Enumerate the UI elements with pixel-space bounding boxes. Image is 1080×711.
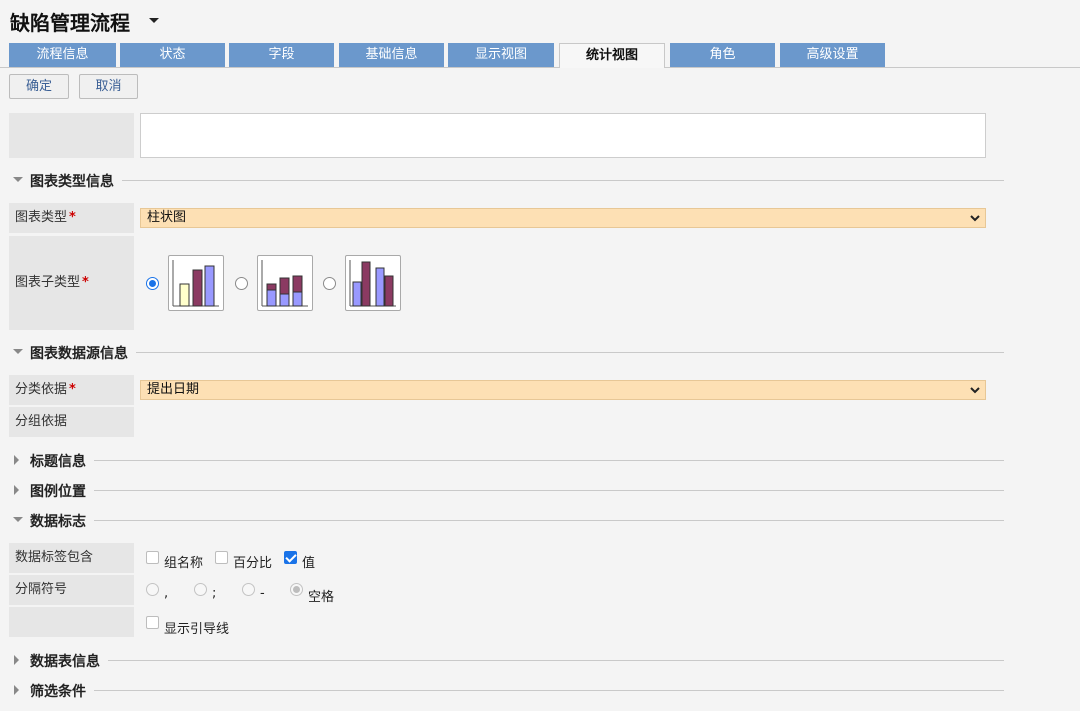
show-leader-lines-label: 显示引导线 bbox=[164, 622, 230, 637]
required-mark: * bbox=[82, 275, 89, 290]
category-basis-select-value: 提出日期 bbox=[147, 382, 200, 397]
separator-dash-label: - bbox=[260, 586, 265, 601]
section-title: 标题信息 bbox=[30, 451, 94, 471]
chevron-down-icon bbox=[970, 387, 980, 394]
section-title: 图表数据源信息 bbox=[30, 343, 136, 363]
category-basis-label-text: 分类依据 bbox=[15, 382, 68, 397]
subtype-clustered-radio[interactable] bbox=[146, 277, 159, 290]
expand-triangle-right-icon[interactable] bbox=[14, 685, 19, 695]
tab-statistics-view[interactable]: 统计视图 bbox=[559, 43, 665, 68]
value-checkbox[interactable] bbox=[284, 551, 297, 564]
required-mark: * bbox=[69, 382, 76, 397]
tab-advanced-settings[interactable]: 高级设置 bbox=[780, 43, 885, 67]
expand-triangle-right-icon[interactable] bbox=[14, 455, 19, 465]
separator-dash-radio[interactable] bbox=[242, 583, 255, 596]
section-divider bbox=[30, 490, 1004, 491]
stacked-bar-chart-icon[interactable] bbox=[257, 255, 313, 311]
description-textarea[interactable] bbox=[140, 113, 986, 158]
section-title: 图例位置 bbox=[30, 481, 94, 501]
3d-bar-chart-icon[interactable] bbox=[345, 255, 401, 311]
chart-type-select[interactable]: 柱状图 bbox=[140, 208, 986, 228]
section-filter-conditions[interactable]: 筛选条件 bbox=[10, 681, 1004, 701]
chart-type-select-value: 柱状图 bbox=[147, 210, 187, 225]
tab-roles[interactable]: 角色 bbox=[670, 43, 775, 67]
tab-basic-info[interactable]: 基础信息 bbox=[339, 43, 444, 67]
category-basis-select[interactable]: 提出日期 bbox=[140, 380, 986, 400]
show-leader-lines-checkbox[interactable] bbox=[146, 616, 159, 629]
section-chart-type-info[interactable]: 图表类型信息 bbox=[10, 171, 1004, 191]
separator-comma-label: , bbox=[164, 586, 169, 601]
section-title: 图表类型信息 bbox=[30, 171, 122, 191]
percentage-checkbox-label: 百分比 bbox=[233, 556, 273, 571]
subtype-100pct-radio[interactable] bbox=[323, 277, 336, 290]
separator-space-label: 空格 bbox=[308, 590, 335, 605]
header: 缺陷管理流程 bbox=[0, 0, 1080, 40]
section-chart-datasource-info[interactable]: 图表数据源信息 bbox=[10, 343, 1004, 363]
chevron-down-icon bbox=[970, 215, 980, 222]
data-label-includes-label: 数据标签包含 bbox=[9, 543, 134, 573]
section-title: 筛选条件 bbox=[30, 681, 94, 701]
section-divider bbox=[30, 352, 1004, 353]
collapse-triangle-down-icon[interactable] bbox=[13, 177, 23, 182]
tab-fields[interactable]: 字段 bbox=[229, 43, 334, 67]
group-name-checkbox-label: 组名称 bbox=[164, 556, 204, 571]
group-basis-label: 分组依据 bbox=[9, 407, 134, 437]
section-divider bbox=[30, 660, 1004, 661]
page-title: 缺陷管理流程 bbox=[10, 11, 130, 35]
required-mark: * bbox=[69, 210, 76, 225]
separator-label: 分隔符号 bbox=[9, 575, 134, 605]
section-divider bbox=[30, 690, 1004, 691]
value-checkbox-label: 值 bbox=[302, 556, 316, 571]
tab-bar: 流程信息 状态 字段 基础信息 显示视图 统计视图 角色 高级设置 bbox=[0, 43, 1080, 68]
subtype-stacked-radio[interactable] bbox=[235, 277, 248, 290]
tab-process-info[interactable]: 流程信息 bbox=[9, 43, 116, 67]
separator-comma-radio[interactable] bbox=[146, 583, 159, 596]
separator-semicolon-label: ; bbox=[212, 586, 217, 601]
separator-space-radio[interactable] bbox=[290, 583, 303, 596]
tab-display-view[interactable]: 显示视图 bbox=[448, 43, 554, 67]
confirm-button[interactable]: 确定 bbox=[9, 74, 69, 99]
collapse-triangle-down-icon[interactable] bbox=[13, 349, 23, 354]
clustered-bar-chart-icon[interactable] bbox=[168, 255, 224, 311]
section-divider bbox=[30, 460, 1004, 461]
description-label-cell bbox=[9, 113, 134, 158]
group-name-checkbox[interactable] bbox=[146, 551, 159, 564]
section-title-info[interactable]: 标题信息 bbox=[10, 451, 1004, 471]
chart-type-label-text: 图表类型 bbox=[15, 210, 68, 225]
section-title: 数据标志 bbox=[30, 511, 94, 531]
tab-status[interactable]: 状态 bbox=[120, 43, 225, 67]
cancel-button[interactable]: 取消 bbox=[79, 74, 138, 99]
percentage-checkbox[interactable] bbox=[215, 551, 228, 564]
section-legend-position[interactable]: 图例位置 bbox=[10, 481, 1004, 501]
section-divider bbox=[30, 520, 1004, 521]
leader-lines-label-cell bbox=[9, 607, 134, 637]
category-basis-label: 分类依据 * bbox=[9, 375, 134, 405]
section-data-table-info[interactable]: 数据表信息 bbox=[10, 651, 1004, 671]
expand-triangle-right-icon[interactable] bbox=[14, 655, 19, 665]
chart-type-label: 图表类型 * bbox=[9, 203, 134, 233]
chart-subtype-label-text: 图表子类型 bbox=[15, 275, 81, 290]
collapse-triangle-down-icon[interactable] bbox=[13, 517, 23, 522]
section-divider bbox=[30, 180, 1004, 181]
section-title: 数据表信息 bbox=[30, 651, 108, 671]
section-data-labels[interactable]: 数据标志 bbox=[10, 511, 1004, 531]
expand-triangle-right-icon[interactable] bbox=[14, 485, 19, 495]
separator-semicolon-radio[interactable] bbox=[194, 583, 207, 596]
title-dropdown-caret-icon[interactable] bbox=[149, 18, 159, 23]
chart-subtype-label: 图表子类型 * bbox=[9, 236, 134, 330]
